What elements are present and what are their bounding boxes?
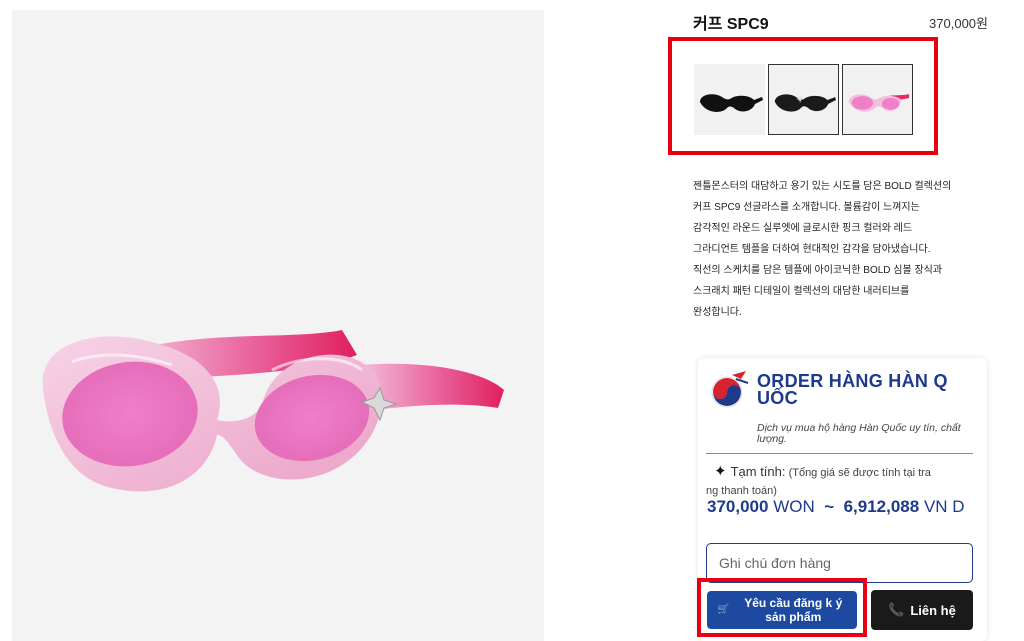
register-product-button[interactable]: 🛒 Yêu cầu đăng k ý sản phẩm [707, 591, 857, 629]
product-price: 370,000원 [929, 16, 988, 31]
won-unit: WON [773, 497, 815, 516]
vnd-unit: VN D [923, 497, 965, 516]
description-line: 커프 SPC9 선글라스를 소개합니다. 볼륨감이 느껴지는 [693, 202, 920, 213]
variant-thumb-pink[interactable] [842, 64, 913, 135]
contact-button[interactable]: 📞 Liên hệ [871, 590, 973, 630]
variant-thumb-black[interactable] [694, 64, 765, 135]
price-won: 370,000 [707, 497, 769, 516]
product-main-image [12, 10, 544, 641]
contact-button-label: Liên hệ [910, 602, 956, 618]
description-line: 스크래치 패턴 디테일이 컬렉션의 대담한 내러티브를 [693, 286, 910, 297]
estimate-note: (Tổng giá sẽ được tính tại tra [788, 467, 931, 479]
black-sunglasses-icon [700, 94, 763, 112]
pink-sunglasses-icon [848, 94, 910, 112]
estimate-line: ✦ Tạm tính: (Tổng giá sẽ được tính tại tr… [708, 459, 978, 486]
sparkle-icon: ✦ [714, 463, 727, 480]
variant-thumb-black-silver[interactable] [768, 64, 839, 135]
product-description: 젠틀몬스터의 대담하고 용기 있는 시도를 담은 BOLD 컬렉션의 커프 SP… [693, 176, 993, 323]
product-title: 커프 SPC9 [693, 16, 769, 33]
korea-order-logo-icon [711, 371, 749, 408]
description-line: 직선의 스케치를 담은 템플에 아이코닉한 BOLD 심볼 장식과 [693, 265, 943, 276]
black-silver-sunglasses-icon [774, 94, 837, 112]
price-vnd: 6,912,088 [843, 497, 920, 516]
description-line: 완성합니다. [693, 307, 742, 318]
description-line: 감각적인 라운드 실루엣에 글로시한 핑크 컬러와 레드 [693, 223, 913, 234]
cart-icon: 🛒 [717, 604, 730, 615]
order-title: ORDER HÀNG HÀN Q UỐC [757, 371, 948, 408]
order-divider [706, 453, 973, 454]
price-tilde: ~ [824, 497, 835, 516]
phone-icon: 📞 [888, 602, 905, 617]
register-button-label: Yêu cầu đăng k ý sản phẩm [744, 596, 843, 624]
estimate-note-continued: ng thanh toán) [706, 485, 777, 497]
estimate-label: Tạm tính: [730, 464, 786, 479]
order-note-input[interactable] [706, 543, 973, 583]
sunglasses-pink-image [42, 330, 504, 492]
description-line: 그라디언트 템플을 더하여 현대적인 감각을 담아냈습니다. [693, 244, 931, 255]
description-line: 젠틀몬스터의 대담하고 용기 있는 시도를 담은 BOLD 컬렉션의 [693, 181, 952, 192]
order-subtitle: Dịch vụ mua hộ hàng Hàn Quốc uy tín, chấ… [757, 422, 961, 445]
price-range: 370,000 WON ~ 6,912,088 VN D [707, 497, 977, 516]
